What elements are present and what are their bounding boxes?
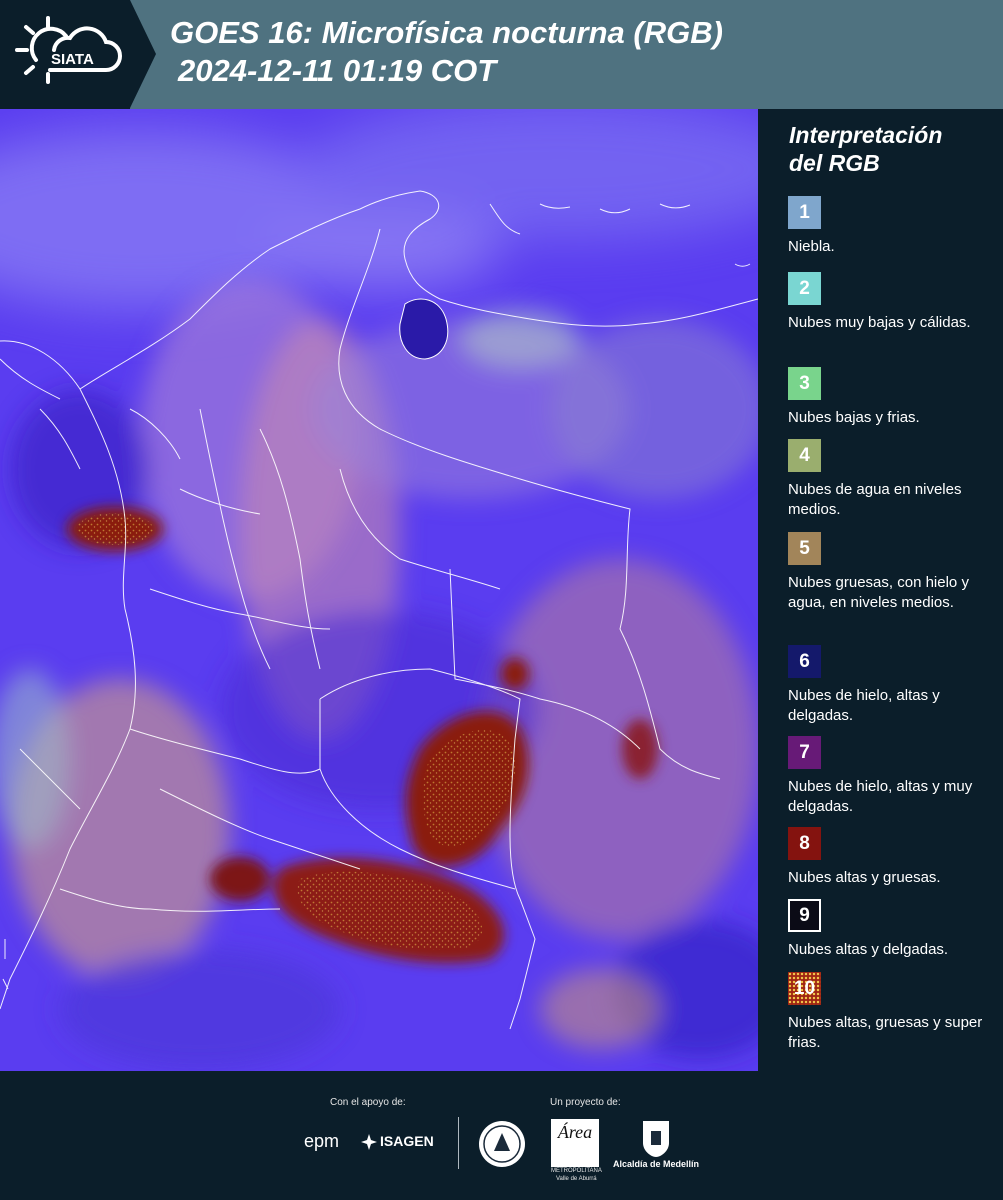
legend-item: 5 Nubes gruesas, con hielo y agua, en ni… [788,532,993,613]
legend-label: Nubes altas y delgadas. [788,941,949,958]
legend-item: 10 Nubes altas, gruesas y super frias. [788,972,993,1053]
medellin-seal-icon [479,1121,525,1167]
legend-item: 4 Nubes de agua en niveles medios. [788,439,993,520]
legend-label: Niebla. [788,238,835,255]
isagen-logo: ISAGEN [380,1133,434,1149]
legend-swatch: 8 [788,827,821,860]
title-line1: GOES 16: Microfísica nocturna (RGB) [170,15,723,50]
footer-divider [458,1117,459,1169]
legend-label: Nubes altas y gruesas. [788,869,941,886]
legend-swatch: 9 [788,899,821,932]
logo-block: SIATA [0,0,130,109]
legend-label: Nubes altas, gruesas y super frias. [788,1014,983,1051]
legend-label: Nubes de agua en niveles medios. [788,481,962,518]
support-label: Con el apoyo de: [330,1097,406,1108]
satellite-map [0,109,758,1071]
legend-item: 9 Nubes altas y delgadas. [788,899,993,960]
rgb-legend: Interpretación del RGB 1 Niebla. 2 Nubes… [758,109,1003,1071]
alcaldia-shield-icon [643,1121,669,1157]
legend-label: Nubes bajas y frias. [788,409,920,426]
project-label: Un proyecto de: [550,1097,621,1108]
legend-item: 6 Nubes de hielo, altas y delgadas. [788,645,993,726]
siata-logo-icon: SIATA [15,16,122,84]
legend-title-line1: Interpretación [789,122,943,148]
logo-text: SIATA [51,51,94,68]
legend-swatch: 3 [788,367,821,400]
footer: Con el apoyo de: Un proyecto de: epm ISA… [0,1071,1003,1200]
satellite-image [0,109,758,1071]
area-name-line1: METROPOLITANA [551,1168,602,1174]
legend-swatch: 10 [788,972,821,1005]
legend-label: Nubes de hielo, altas y delgadas. [788,687,940,724]
legend-label: Nubes de hielo, altas y muy delgadas. [788,778,973,815]
legend-label: Nubes muy bajas y cálidas. [788,314,971,331]
legend-item: 1 Niebla. [788,196,993,257]
legend-item: 3 Nubes bajas y frias. [788,367,993,428]
legend-swatch: 2 [788,272,821,305]
legend-title-line2: del RGB [789,150,880,176]
legend-item: 2 Nubes muy bajas y cálidas. [788,272,993,333]
legend-label: Nubes gruesas, con hielo y agua, en nive… [788,574,969,611]
legend-item: 8 Nubes altas y gruesas. [788,827,993,888]
legend-swatch: 6 [788,645,821,678]
logo-arrow [130,0,156,108]
area-metropolitana-logo: Área [551,1119,599,1167]
area-logo-text: Área [557,1122,593,1142]
legend-title: Interpretación del RGB [789,121,942,177]
title-timestamp: 2024-12-11 01:19 COT [178,53,497,88]
isagen-logo-icon [361,1134,377,1150]
legend-swatch: 5 [788,532,821,565]
epm-logo: epm [304,1131,340,1151]
legend-swatch: 1 [788,196,821,229]
legend-item: 7 Nubes de hielo, altas y muy delgadas. [788,736,993,817]
area-name-line2: Valle de Aburrá [556,1176,597,1182]
alcaldia-label: Alcaldía de Medellín [613,1159,700,1169]
header-bar: SIATA GOES 16: Microfísica nocturna (RGB… [0,0,1003,109]
page-title: GOES 16: Microfísica nocturna (RGB) 2024… [170,14,723,90]
legend-swatch: 4 [788,439,821,472]
legend-swatch: 7 [788,736,821,769]
